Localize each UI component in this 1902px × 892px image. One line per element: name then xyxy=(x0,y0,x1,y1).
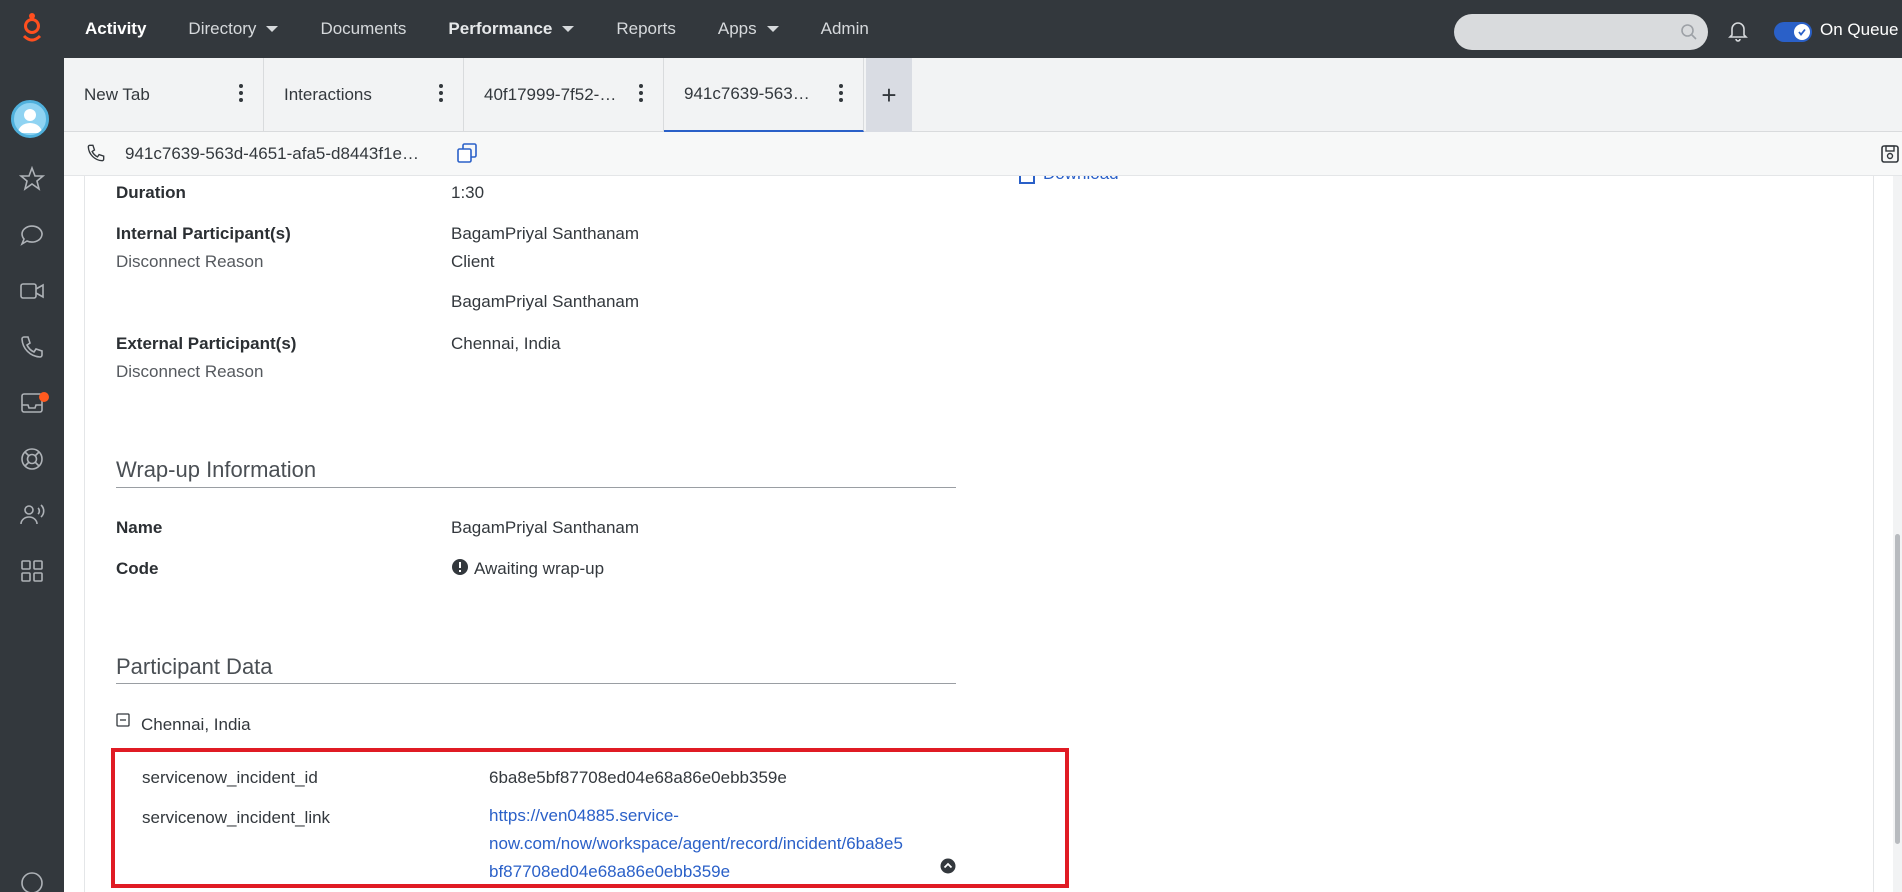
star-icon[interactable] xyxy=(15,162,49,196)
inbox-badge xyxy=(39,392,49,402)
external-participants-label: External Participant(s) xyxy=(116,334,297,353)
wrapup-code-value: Awaiting wrap-up xyxy=(474,559,605,578)
interaction-header: 941c7639-563d-4651-afa5-d8443f1e… xyxy=(64,132,1902,176)
plus-icon: + xyxy=(881,79,897,110)
external-participant-name: Chennai, India xyxy=(451,334,561,353)
internal-participant-name: BagamPriyal Santhanam xyxy=(451,224,640,243)
apps-grid-icon[interactable] xyxy=(15,554,49,588)
check-icon xyxy=(1794,24,1810,40)
chevron-up-circle-icon[interactable] xyxy=(940,858,956,874)
chevron-down-icon xyxy=(562,26,575,32)
on-queue-label: On Queue xyxy=(1820,20,1899,39)
nav-performance[interactable]: Performance xyxy=(427,0,595,58)
interaction-details-panel: Download Duration 1:30 Internal Particip… xyxy=(84,176,1874,892)
participant-data-key: servicenow_incident_id xyxy=(142,768,318,787)
tab-bar: New Tab Interactions 40f17999-7f52-… 941… xyxy=(64,58,1902,132)
nav-directory[interactable]: Directory xyxy=(167,0,299,58)
participant-data-key: servicenow_incident_link xyxy=(142,808,331,827)
info-icon xyxy=(452,559,468,575)
phone-icon[interactable] xyxy=(15,330,49,364)
search-icon xyxy=(1681,24,1697,40)
genesys-logo-icon[interactable] xyxy=(0,0,64,58)
nav-admin[interactable]: Admin xyxy=(800,0,890,58)
nav-activity[interactable]: Activity xyxy=(64,0,167,58)
phone-icon xyxy=(87,144,105,162)
people-speaking-icon[interactable] xyxy=(15,498,49,532)
wrapup-name-value: BagamPriyal Santhanam xyxy=(451,518,640,537)
kebab-menu-icon[interactable] xyxy=(239,84,243,102)
search-input[interactable] xyxy=(1454,14,1708,50)
top-navigation-bar: Activity Directory Documents Performance… xyxy=(0,0,1902,58)
support-icon[interactable] xyxy=(15,442,49,476)
wrapup-code-label: Code xyxy=(116,559,159,578)
video-icon[interactable] xyxy=(15,274,49,308)
kebab-menu-icon[interactable] xyxy=(639,84,643,102)
wrapup-name-label: Name xyxy=(116,518,163,537)
tab-interaction-941c7639[interactable]: 941c7639-563… xyxy=(664,58,864,132)
nav-reports[interactable]: Reports xyxy=(595,0,697,58)
internal-participants-label: Internal Participant(s) xyxy=(116,224,291,243)
link-line[interactable]: https://ven04885.service- xyxy=(489,802,939,830)
section-divider xyxy=(116,683,956,684)
add-tab-button[interactable]: + xyxy=(866,58,912,132)
link-line[interactable]: now.com/now/workspace/agent/record/incid… xyxy=(489,830,939,858)
servicenow-incident-link[interactable]: https://ven04885.service- now.com/now/wo… xyxy=(489,802,939,886)
duration-label: Duration xyxy=(116,183,186,202)
tab-label: Interactions xyxy=(284,85,372,104)
tab-label: 941c7639-563… xyxy=(684,84,810,103)
section-divider xyxy=(116,487,956,488)
chat-icon[interactable] xyxy=(15,218,49,252)
chevron-down-icon xyxy=(266,26,279,32)
save-icon[interactable] xyxy=(1880,144,1900,164)
tab-interactions[interactable]: Interactions xyxy=(264,58,464,132)
participant-data-section-title: Participant Data xyxy=(116,654,273,679)
copy-icon[interactable] xyxy=(456,142,478,164)
scrollbar-thumb[interactable] xyxy=(1895,534,1900,844)
internal-disconnect-reason-value: Client xyxy=(451,252,495,271)
nav-apps[interactable]: Apps xyxy=(697,0,800,58)
tab-new-tab[interactable]: New Tab xyxy=(64,58,264,132)
help-icon[interactable] xyxy=(15,866,49,892)
nav-documents[interactable]: Documents xyxy=(299,0,427,58)
chevron-down-icon xyxy=(766,26,779,32)
download-link[interactable]: Download xyxy=(1043,176,1119,184)
link-line[interactable]: bf87708ed04e68a86e0ebb359e xyxy=(489,858,939,886)
download-icon[interactable] xyxy=(1019,176,1035,184)
internal-participant-name-2: BagamPriyal Santhanam xyxy=(451,292,640,311)
notifications-bell-icon[interactable] xyxy=(1726,18,1750,42)
participant-data-value: 6ba8e5bf87708ed04e68a86e0ebb359e xyxy=(489,768,787,787)
tab-label: New Tab xyxy=(84,85,150,104)
conversation-id: 941c7639-563d-4651-afa5-d8443f1e… xyxy=(125,144,419,163)
kebab-menu-icon[interactable] xyxy=(439,84,443,102)
external-disconnect-reason-label: Disconnect Reason xyxy=(116,362,264,381)
avatar[interactable] xyxy=(11,100,49,138)
internal-disconnect-reason-label: Disconnect Reason xyxy=(116,252,264,271)
kebab-menu-icon[interactable] xyxy=(839,84,843,102)
left-sidebar xyxy=(0,58,64,892)
participant-group-label: Chennai, India xyxy=(141,715,251,734)
on-queue-toggle[interactable] xyxy=(1774,22,1812,42)
duration-value: 1:30 xyxy=(451,183,485,202)
wrapup-section-title: Wrap-up Information xyxy=(116,457,317,482)
tab-label: 40f17999-7f52-… xyxy=(484,85,617,104)
collapse-icon[interactable] xyxy=(116,713,130,727)
tab-interaction-40f17999[interactable]: 40f17999-7f52-… xyxy=(464,58,664,132)
